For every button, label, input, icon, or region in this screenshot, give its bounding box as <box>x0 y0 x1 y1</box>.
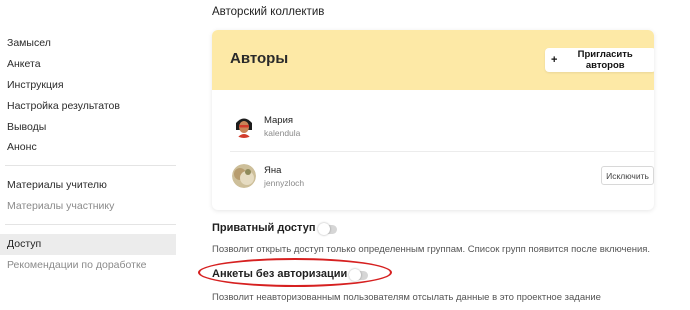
exclude-author-button[interactable]: Исключить <box>601 166 654 185</box>
author-login: jennyzloch <box>264 178 305 188</box>
authors-card: Авторы + Пригласить авторов Мария kalend… <box>212 30 654 210</box>
author-login: kalendula <box>264 128 301 138</box>
invite-authors-button[interactable]: + Пригласить авторов <box>545 48 654 72</box>
author-row: Мария kalendula <box>212 106 654 146</box>
avatar <box>232 164 256 188</box>
main-content: Авторский коллектив Авторы + Пригласить … <box>176 0 690 310</box>
anonymous-forms-description: Позволит неавторизованным пользователям … <box>212 292 601 303</box>
authors-card-header: Авторы + Пригласить авторов <box>212 30 654 90</box>
sidebar-item-recommendations[interactable]: Рекомендации по доработке <box>0 255 176 276</box>
author-name: Яна <box>264 165 282 176</box>
sidebar: Замысел Анкета Инструкция Настройка резу… <box>0 0 176 310</box>
plus-icon: + <box>551 53 558 66</box>
private-access-label: Приватный доступ <box>212 222 316 234</box>
row-divider <box>230 151 654 152</box>
sidebar-item-conclusions[interactable]: Выводы <box>0 117 176 138</box>
section-title: Авторский коллектив <box>212 6 325 18</box>
sidebar-item-access[interactable]: Доступ <box>0 234 176 255</box>
sidebar-divider <box>5 165 176 166</box>
sidebar-divider <box>5 224 176 225</box>
invite-authors-label: Пригласить авторов <box>577 49 633 71</box>
sidebar-item-instruction[interactable]: Инструкция <box>0 75 176 96</box>
sidebar-item-announcement[interactable]: Анонс <box>0 137 176 158</box>
toggle-knob <box>349 269 361 281</box>
authors-card-title: Авторы <box>230 50 289 67</box>
anonymous-forms-label: Анкеты без авторизации <box>212 268 348 280</box>
sidebar-item-teacher-materials[interactable]: Материалы учителю <box>0 175 176 196</box>
sidebar-item-form[interactable]: Анкета <box>0 54 176 75</box>
toggle-knob <box>318 223 330 235</box>
sidebar-item-idea[interactable]: Замысел <box>0 33 176 54</box>
avatar <box>232 114 256 138</box>
author-name: Мария <box>264 115 294 126</box>
sidebar-item-results-settings[interactable]: Настройка результатов <box>0 96 176 117</box>
anonymous-forms-toggle[interactable] <box>349 269 368 281</box>
private-access-toggle[interactable] <box>318 223 337 235</box>
sidebar-item-participant-materials[interactable]: Материалы участнику <box>0 196 176 217</box>
author-row: Яна jennyzloch Исключить <box>212 156 654 196</box>
private-access-description: Позволит открыть доступ только определен… <box>212 244 651 255</box>
